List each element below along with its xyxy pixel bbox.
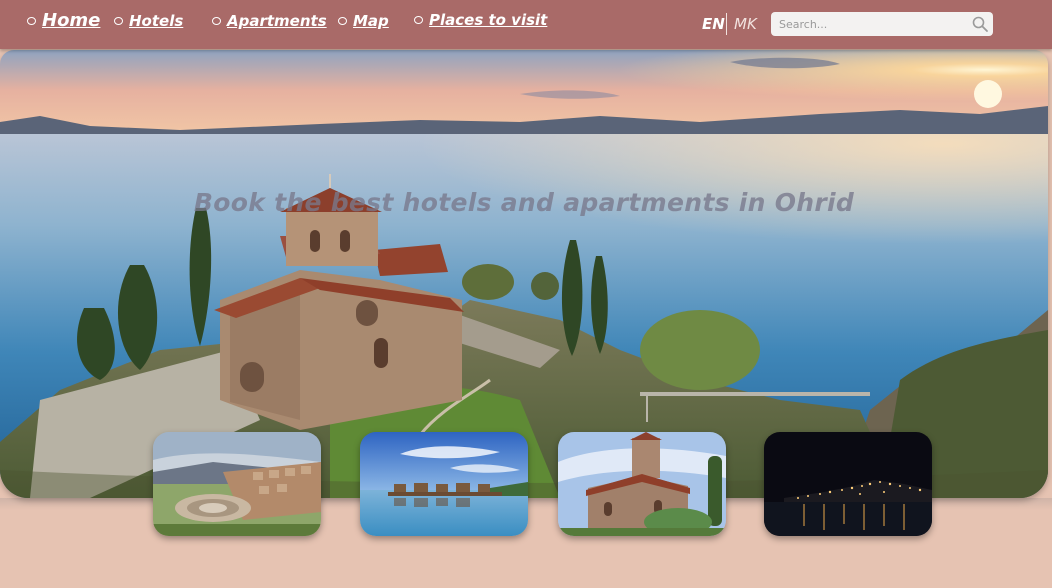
- nav-apartments-label: Apartments: [227, 12, 327, 30]
- ancient-theatre-photo: [153, 432, 321, 536]
- search-icon[interactable]: [971, 15, 989, 33]
- thumbnail-ohrid-at-night[interactable]: [764, 432, 932, 536]
- bullet-icon: [212, 17, 221, 25]
- ohrid-at-night-photo: [764, 432, 932, 536]
- bullet-icon: [114, 17, 123, 25]
- nav-map-label: Map: [353, 12, 389, 30]
- nav-home-link[interactable]: Home: [27, 10, 100, 31]
- nav-hotels-label: Hotels: [129, 12, 184, 30]
- language-divider: [726, 13, 727, 35]
- church-photo: [558, 432, 726, 536]
- nav-places-link[interactable]: Places to visit: [414, 11, 547, 29]
- language-en[interactable]: EN: [702, 15, 725, 33]
- bullet-icon: [27, 16, 36, 25]
- bay-of-bones-photo: [360, 432, 528, 536]
- bullet-icon: [414, 16, 423, 24]
- thumbnail-church[interactable]: [558, 432, 726, 536]
- hero-photo-ohrid-lake: [0, 50, 1048, 498]
- search-box: [771, 12, 993, 36]
- nav-map-link[interactable]: Map: [338, 12, 389, 30]
- hero-tagline: Book the best hotels and apartments in O…: [193, 188, 855, 217]
- nav-home-label: Home: [42, 10, 101, 31]
- top-navigation: Home Hotels Apartments Map Places to vis…: [0, 0, 1052, 49]
- thumbnail-bay-of-bones[interactable]: [360, 432, 528, 536]
- nav-hotels-link[interactable]: Hotels: [114, 12, 183, 30]
- nav-apartments-link[interactable]: Apartments: [212, 12, 327, 30]
- nav-places-label: Places to visit: [429, 11, 548, 29]
- bullet-icon: [338, 17, 347, 25]
- thumbnail-ancient-theatre[interactable]: [153, 432, 321, 536]
- hero-banner: Book the best hotels and apartments in O…: [0, 50, 1048, 498]
- search-input[interactable]: [771, 12, 975, 36]
- language-mk[interactable]: MK: [734, 15, 757, 33]
